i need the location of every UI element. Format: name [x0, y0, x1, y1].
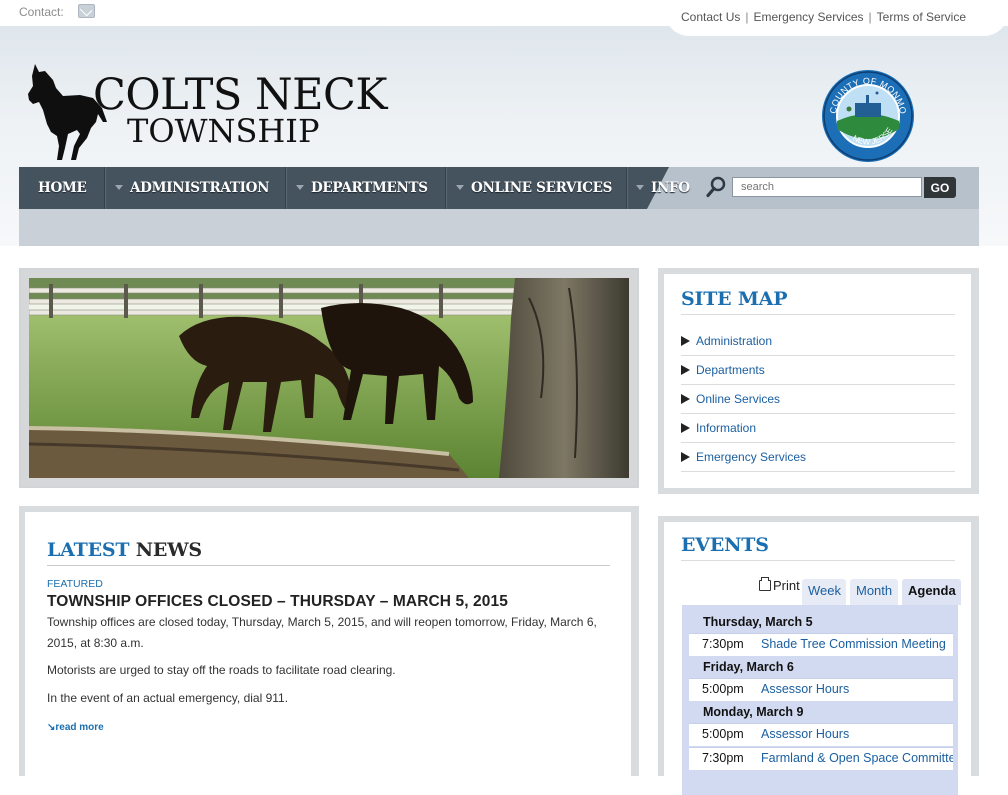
events-title: EVENTS [681, 534, 769, 556]
emergency-services-link[interactable]: Emergency Services [753, 10, 863, 24]
agenda-event[interactable]: 5:00pm Assessor Hours [689, 723, 953, 746]
chevron-down-icon [296, 185, 304, 190]
print-button[interactable]: Print [759, 577, 800, 593]
utility-links: Contact Us | Emergency Services | Terms of S… [665, 0, 1008, 36]
printer-icon [759, 577, 771, 591]
event-title[interactable]: Assessor Hours [761, 724, 849, 745]
agenda-event[interactable]: 5:00pm Assessor Hours [689, 678, 953, 701]
featured-tag: FEATURED [47, 578, 103, 590]
chevron-down-icon [115, 185, 123, 190]
news-section-title: LATEST NEWS [47, 539, 202, 561]
agenda-event[interactable]: 7:30pm Farmland & Open Space Committee [689, 747, 953, 770]
news-paragraph: Motorists are urged to stay off the road… [47, 663, 396, 677]
chevron-down-icon [456, 185, 464, 190]
news-headline[interactable]: TOWNSHIP OFFICES CLOSED – THURSDAY – MAR… [47, 593, 508, 611]
read-more-link[interactable]: ↘read more [47, 722, 104, 733]
sitemap-item-online-services[interactable]: Online Services [681, 392, 780, 410]
event-time: 5:00pm [702, 682, 744, 696]
contact-label: Contact: [19, 5, 64, 19]
event-time: 5:00pm [702, 727, 744, 741]
monmouth-county-seal-icon: COUNTY OF MONMOUTH NEW JERSEY [821, 69, 914, 162]
event-title[interactable]: Shade Tree Commission Meeting [761, 634, 946, 655]
news-paragraph: In the event of an actual emergency, dia… [47, 691, 289, 705]
events-panel: EVENTS Print Week Month Agenda Thursday,… [658, 516, 979, 795]
terms-of-service-link[interactable]: Terms of Service [877, 10, 966, 24]
agenda-day-header: Thursday, March 5 [703, 615, 813, 629]
event-time: 7:30pm [702, 751, 744, 765]
site-map-title: SITE MAP [681, 288, 788, 310]
subnav-bar [19, 209, 979, 246]
agenda-day-header: Monday, March 9 [703, 705, 804, 719]
site-map-panel: SITE MAP Administration Departments Onli… [658, 268, 979, 494]
triangle-right-icon [681, 335, 690, 346]
divider [47, 565, 610, 566]
sitemap-item-emergency-services[interactable]: Emergency Services [681, 450, 806, 468]
agenda-day-header: Friday, March 6 [703, 660, 794, 674]
triangle-right-icon [681, 451, 690, 462]
search-go-button[interactable]: GO [924, 177, 956, 198]
triangle-right-icon [681, 393, 690, 404]
tab-week[interactable]: Week [802, 579, 846, 605]
triangle-right-icon [681, 422, 690, 433]
contact-us-link[interactable]: Contact Us [681, 10, 740, 24]
tab-month[interactable]: Month [850, 579, 898, 605]
horses-photo [29, 278, 629, 478]
agenda-event[interactable]: 7:30pm Shade Tree Commission Meeting [689, 633, 953, 656]
nav-online-services[interactable]: ONLINE SERVICES [456, 167, 612, 209]
tab-agenda[interactable]: Agenda [902, 579, 961, 605]
mail-icon[interactable] [78, 4, 95, 18]
sitemap-item-information[interactable]: Information [681, 421, 756, 439]
news-paragraph: Township offices are closed today, Thurs… [47, 615, 597, 650]
sitemap-item-administration[interactable]: Administration [681, 334, 772, 352]
nav-departments[interactable]: DEPARTMENTS [296, 167, 428, 209]
event-title[interactable]: Assessor Hours [761, 679, 849, 700]
logo-subtitle[interactable]: TOWNSHIP [127, 112, 319, 150]
featured-photo-panel [19, 268, 639, 488]
chevron-down-icon [636, 185, 644, 190]
latest-news-panel: LATEST NEWS FEATURED TOWNSHIP OFFICES CL… [19, 506, 639, 782]
event-title[interactable]: Farmland & Open Space Committee [761, 748, 953, 769]
nav-administration[interactable]: ADMINISTRATION [115, 167, 269, 209]
nav-home[interactable]: HOME [38, 167, 87, 209]
sitemap-item-departments[interactable]: Departments [681, 363, 765, 381]
nav-info[interactable]: INFO [636, 167, 690, 209]
search-input[interactable] [732, 177, 922, 197]
agenda-list: Thursday, March 5 7:30pm Shade Tree Comm… [682, 605, 958, 795]
event-time: 7:30pm [702, 637, 744, 651]
search-icon[interactable] [706, 176, 726, 198]
triangle-right-icon [681, 364, 690, 375]
